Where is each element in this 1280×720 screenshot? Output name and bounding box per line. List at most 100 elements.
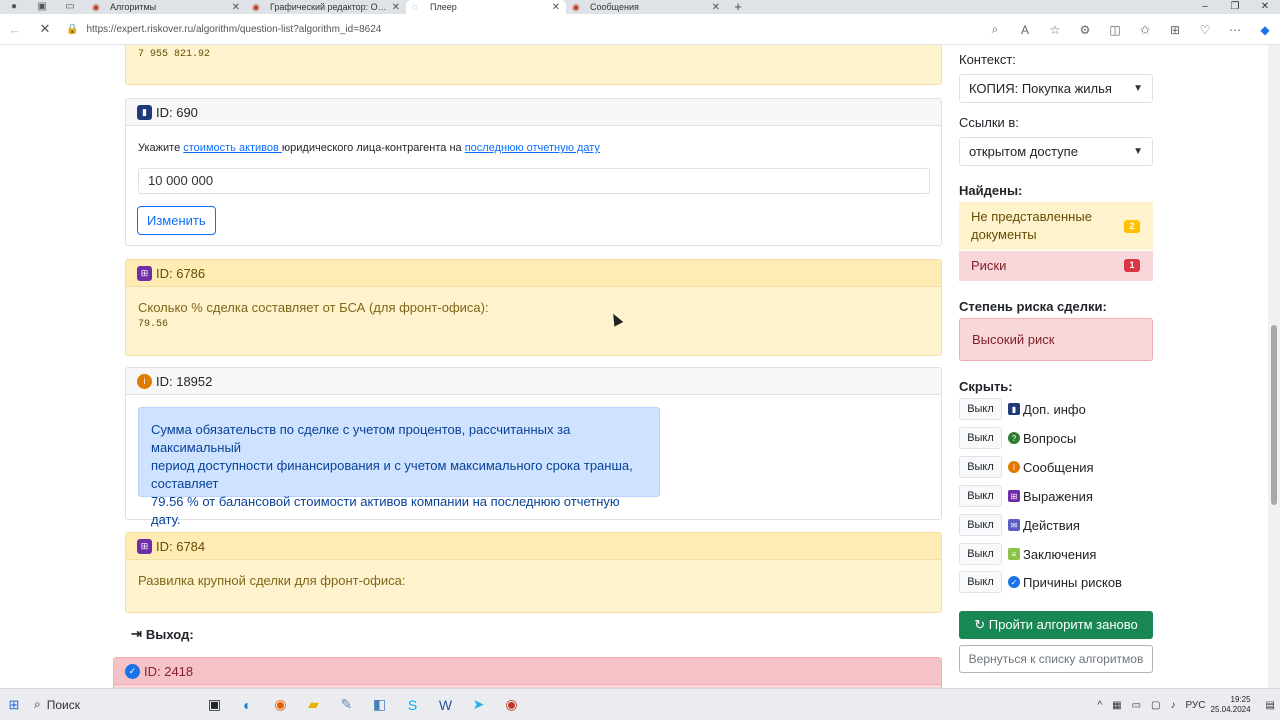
address-bar-row: ← ✕ 🔒 https://expert.riskover.ru/algorit… <box>0 14 1280 45</box>
tab-player[interactable]: ◌ Плеер ✕ <box>406 0 566 14</box>
telegram-icon[interactable]: ➤ <box>462 696 495 713</box>
hide-row-risk-reasons: Выкл ✓ Причины рисков <box>959 571 1122 593</box>
exit-label: ⇥ Выход: <box>131 626 194 642</box>
tab-graphic-editor[interactable]: ◉ Графический редактор: Отдел... ✕ <box>246 0 406 14</box>
start-icon[interactable]: ⊞ <box>0 697 28 713</box>
links-label: Ссылки в: <box>959 115 1019 130</box>
info-square-icon: ▮ <box>137 104 152 120</box>
stop-loading-icon[interactable]: ✕ <box>30 21 60 37</box>
card-header: ⊞ ID: 6786 <box>126 260 941 287</box>
browser-essentials-icon[interactable]: ♡ <box>1190 23 1220 37</box>
tray-app-icon[interactable]: ▦ <box>1112 700 1121 711</box>
toggle-off-button[interactable]: Выкл <box>959 571 1002 593</box>
zoom-icon[interactable]: ⌕ <box>980 22 1010 37</box>
notifications-icon[interactable]: ▤ <box>1266 700 1275 711</box>
language-indicator[interactable]: РУС <box>1185 700 1205 711</box>
risk-degree-label: Степень риска сделки: <box>959 299 1107 314</box>
message-icon: i <box>1008 461 1020 473</box>
riskover-icon: ◉ <box>92 1 100 12</box>
page-viewport: 7 955 821.92 ▮ ID: 690 Укажите стоимость… <box>0 45 1268 688</box>
new-tab-button[interactable]: + <box>726 0 750 14</box>
change-button[interactable]: Изменить <box>137 206 216 235</box>
expression-icon: ⊞ <box>137 265 152 281</box>
profile-icon[interactable]: ● <box>0 0 28 14</box>
copilot-icon[interactable]: ◆ <box>1250 23 1280 37</box>
card-id: ID: 690 <box>156 104 198 120</box>
count-badge: 2 <box>1124 220 1140 233</box>
favorites-icon[interactable]: ✩ <box>1130 23 1160 37</box>
scrollbar-thumb[interactable] <box>1271 325 1277 505</box>
riskover-icon: ◉ <box>572 1 580 12</box>
card-header: ✓ ID: 2418 <box>114 658 941 685</box>
tab-messages[interactable]: ◉ Сообщения ✕ <box>566 0 726 14</box>
risk-reason-icon: ✓ <box>125 663 140 679</box>
clock[interactable]: 19:25 25.04.2024 <box>1211 695 1251 715</box>
app-icon[interactable]: ✎ <box>330 696 363 713</box>
search-icon: ⌕ <box>34 697 41 711</box>
firefox-icon[interactable]: ◉ <box>264 696 297 713</box>
task-view-icon[interactable]: ▣ <box>198 696 231 713</box>
lock-icon[interactable]: 🔒 <box>66 24 78 35</box>
toggle-off-button[interactable]: Выкл <box>959 514 1002 536</box>
refresh-icon: ↻ <box>974 617 986 632</box>
hide-row-messages: Выкл i Сообщения <box>959 456 1094 478</box>
back-icon[interactable]: ← <box>0 22 30 37</box>
volume-icon[interactable]: ♪ <box>1170 700 1175 711</box>
split-screen-icon[interactable]: ◫ <box>1100 23 1130 37</box>
card-id: ID: 2418 <box>144 663 194 679</box>
favorite-star-icon[interactable]: ☆ <box>1040 23 1070 37</box>
found-missing-docs[interactable]: Не представленные документы 2 <box>959 202 1153 250</box>
tab-algorithms[interactable]: ◉ Алгоритмы ✕ <box>86 0 246 14</box>
back-to-list-button[interactable]: Вернуться к списку алгоритмов <box>959 645 1153 673</box>
risk-card-2418: ✓ ID: 2418 <box>113 657 942 688</box>
asset-value-link[interactable]: стоимость активов <box>183 142 282 154</box>
url-field[interactable]: 🔒 https://expert.riskover.ru/algorithm/q… <box>66 18 381 40</box>
found-risks[interactable]: Риски 1 <box>959 251 1153 281</box>
close-icon[interactable]: ✕ <box>232 2 240 13</box>
settings-menu-icon[interactable]: ⋯ <box>1220 23 1250 37</box>
word-icon[interactable]: W <box>429 697 462 713</box>
chevron-up-icon[interactable]: ^ <box>1097 700 1102 711</box>
toggle-off-button[interactable]: Выкл <box>959 427 1002 449</box>
expression-value: 79.56 <box>138 319 169 330</box>
collections-icon[interactable]: ⊞ <box>1160 23 1190 37</box>
card-header: ⊞ ID: 6784 <box>126 533 941 560</box>
network-icon[interactable]: ▭ <box>1132 700 1141 711</box>
last-report-date-link[interactable]: последнюю отчетную дату <box>465 142 600 154</box>
taskbar-search[interactable]: ⌕ Поиск <box>28 693 198 717</box>
app-icon[interactable]: ◧ <box>363 696 396 713</box>
toggle-off-button[interactable]: Выкл <box>959 398 1002 420</box>
loading-icon: ◌ <box>412 2 418 12</box>
links-select[interactable]: открытом доступе ▼ <box>959 137 1153 166</box>
answer-field[interactable]: 10 000 000 <box>138 168 930 194</box>
tab-actions-icon[interactable]: ▭ <box>56 0 84 14</box>
skype-icon[interactable]: S <box>396 697 429 713</box>
close-icon[interactable]: ✕ <box>392 2 400 13</box>
edge-icon[interactable]: ◐ <box>231 697 264 713</box>
extensions-icon[interactable]: ⚙ <box>1070 23 1100 37</box>
message-icon: i <box>137 373 152 389</box>
app-icon[interactable]: ◉ <box>495 696 528 713</box>
page-scrollbar[interactable] <box>1268 45 1280 688</box>
restart-algorithm-button[interactable]: ↻ Пройти алгоритм заново <box>959 611 1153 639</box>
window-close-icon[interactable]: ✕ <box>1250 0 1280 14</box>
toggle-off-button[interactable]: Выкл <box>959 456 1002 478</box>
hide-row-conclusions: Выкл ≡ Заключения <box>959 543 1096 565</box>
toggle-off-button[interactable]: Выкл <box>959 543 1002 565</box>
actions-icon: ✉ <box>1008 519 1020 531</box>
context-select[interactable]: КОПИЯ: Покупка жилья ▼ <box>959 74 1153 103</box>
toggle-off-button[interactable]: Выкл <box>959 485 1002 507</box>
minimize-icon[interactable]: – <box>1190 0 1220 14</box>
close-icon[interactable]: ✕ <box>552 2 560 13</box>
restore-icon[interactable]: ❐ <box>1220 0 1250 14</box>
read-aloud-icon[interactable]: A <box>1010 23 1040 37</box>
display-icon[interactable]: ▢ <box>1151 700 1160 711</box>
workspaces-icon[interactable]: ▣ <box>28 0 56 14</box>
file-explorer-icon[interactable]: ▰ <box>297 696 330 713</box>
question-card-690: ▮ ID: 690 Укажите стоимость активов юрид… <box>125 98 942 246</box>
expression-card-6786: ⊞ ID: 6786 Сколько % сделка составляет о… <box>125 259 942 356</box>
browser-tab-bar: ● ▣ ▭ ◉ Алгоритмы ✕ ◉ Графический редакт… <box>0 0 1280 14</box>
close-icon[interactable]: ✕ <box>712 2 720 13</box>
result-value: 7 955 821.92 <box>138 49 211 60</box>
expression-card-6784: ⊞ ID: 6784 Развилка крупной сделки для ф… <box>125 532 942 613</box>
